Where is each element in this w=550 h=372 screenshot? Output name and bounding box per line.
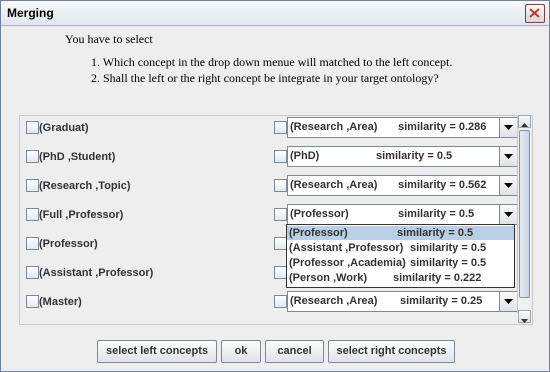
dropdown-arrow-button[interactable]	[499, 292, 517, 311]
right-checkbox[interactable]	[274, 295, 287, 308]
dropdown-arrow-button[interactable]	[499, 176, 517, 195]
right-concept-dropdown[interactable]: (PhD) similarity = 0.5	[287, 146, 518, 167]
scroll-down-button[interactable]	[518, 310, 531, 323]
dropdown-option[interactable]: (Assistant ,Professor) similarity = 0.5	[287, 241, 514, 255]
left-concept-label: (Assistant ,Professor)	[39, 267, 154, 279]
concept-row: (Master) (Research ,Area) similarity = 0…	[20, 289, 520, 312]
left-concept-label: (Full ,Professor)	[39, 209, 124, 221]
left-concept-label: (Professor)	[39, 238, 98, 250]
left-concept-label: (Research ,Topic)	[39, 180, 131, 192]
left-checkbox[interactable]	[26, 179, 39, 192]
select-left-concepts-button[interactable]: select left concepts	[97, 340, 217, 363]
instruction-item: 1. Which concept in the drop down menue …	[91, 55, 453, 69]
option-similarity: similarity = 0.5	[410, 242, 487, 254]
dropdown-value: (Research ,Area)	[290, 295, 378, 307]
dropdown-option[interactable]: (Professor ,Academia) similarity = 0.5	[287, 256, 514, 270]
scroll-thumb[interactable]	[519, 130, 530, 298]
vertical-scrollbar[interactable]	[517, 115, 531, 323]
left-checkbox[interactable]	[26, 208, 39, 221]
dropdown-arrow-button[interactable]	[499, 118, 517, 137]
arrow-down-icon	[521, 319, 528, 323]
option-similarity: similarity = 0.5	[397, 227, 474, 239]
right-concept-dropdown[interactable]: (Research ,Area) similarity = 0.25	[287, 291, 518, 312]
right-checkbox[interactable]	[274, 179, 287, 192]
chevron-down-icon	[504, 125, 513, 130]
close-icon	[529, 8, 540, 18]
dropdown-value: (Research ,Area)	[290, 121, 378, 133]
dropdown-value: (PhD)	[290, 150, 320, 162]
option-label: (Professor ,Academia)	[289, 257, 406, 269]
intro-text: You have to select	[65, 32, 153, 46]
option-label: (Professor)	[289, 227, 348, 239]
right-concept-dropdown[interactable]: (Research ,Area) similarity = 0.286	[287, 117, 518, 138]
merging-dialog: Merging You have to select 1. Which conc…	[0, 0, 550, 372]
left-checkbox[interactable]	[26, 295, 39, 308]
concept-panel: (Graduat) (Research ,Area) similarity = …	[19, 115, 533, 325]
right-checkbox[interactable]	[274, 121, 287, 134]
cancel-button[interactable]: cancel	[265, 340, 324, 363]
chevron-down-icon	[504, 299, 513, 304]
left-checkbox[interactable]	[26, 150, 39, 163]
left-checkbox[interactable]	[26, 266, 39, 279]
chevron-down-icon	[504, 154, 513, 159]
dropdown-arrow-button[interactable]	[499, 205, 517, 224]
dropdown-value: (Research ,Area)	[290, 179, 378, 191]
right-checkbox[interactable]	[274, 150, 287, 163]
dropdown-arrow-button[interactable]	[499, 147, 517, 166]
similarity-value: similarity = 0.5	[376, 150, 453, 162]
ok-button[interactable]: ok	[221, 340, 261, 363]
select-right-concepts-button[interactable]: select right concepts	[328, 340, 455, 363]
similarity-value: similarity = 0.286	[398, 121, 487, 133]
option-label: (Assistant ,Professor)	[289, 242, 404, 254]
concept-row: (Research ,Topic) (Research ,Area) simil…	[20, 173, 520, 196]
scroll-up-button[interactable]	[518, 115, 531, 128]
concept-row: (PhD ,Student) (PhD) similarity = 0.5	[20, 144, 520, 167]
chevron-down-icon	[504, 212, 513, 217]
option-similarity: similarity = 0.5	[410, 257, 487, 269]
left-checkbox[interactable]	[26, 237, 39, 250]
similarity-value: similarity = 0.25	[400, 295, 483, 307]
title-bar: Merging	[1, 1, 549, 26]
left-concept-label: (Graduat)	[39, 122, 89, 134]
option-label: (Person ,Work)	[289, 272, 368, 284]
option-similarity: similarity = 0.222	[393, 272, 482, 284]
similarity-value: similarity = 0.562	[398, 179, 487, 191]
right-checkbox[interactable]	[274, 208, 287, 221]
instruction-item: 2. Shall the left or the right concept b…	[91, 71, 439, 85]
instruction-list: 1. Which concept in the drop down menue …	[91, 54, 452, 86]
right-concept-dropdown[interactable]: (Research ,Area) similarity = 0.562	[287, 175, 518, 196]
dropdown-value: (Professor)	[290, 208, 349, 220]
concept-row: (Graduat) (Research ,Area) similarity = …	[20, 116, 520, 138]
similarity-value: similarity = 0.5	[398, 208, 475, 220]
concept-row: (Full ,Professor) (Professor) similarity…	[20, 202, 520, 225]
window-title: Merging	[7, 6, 54, 20]
dropdown-option[interactable]: (Professor) similarity = 0.5	[287, 226, 514, 240]
chevron-down-icon	[504, 183, 513, 188]
dropdown-popup-list: (Professor) similarity = 0.5 (Assistant …	[286, 224, 515, 288]
left-concept-label: (Master)	[39, 296, 82, 308]
right-concept-dropdown-open[interactable]: (Professor) similarity = 0.5	[287, 204, 518, 225]
left-concept-label: (PhD ,Student)	[39, 151, 116, 163]
dropdown-option[interactable]: (Person ,Work) similarity = 0.222	[287, 271, 514, 285]
close-button[interactable]	[525, 4, 545, 23]
left-checkbox[interactable]	[26, 121, 39, 134]
